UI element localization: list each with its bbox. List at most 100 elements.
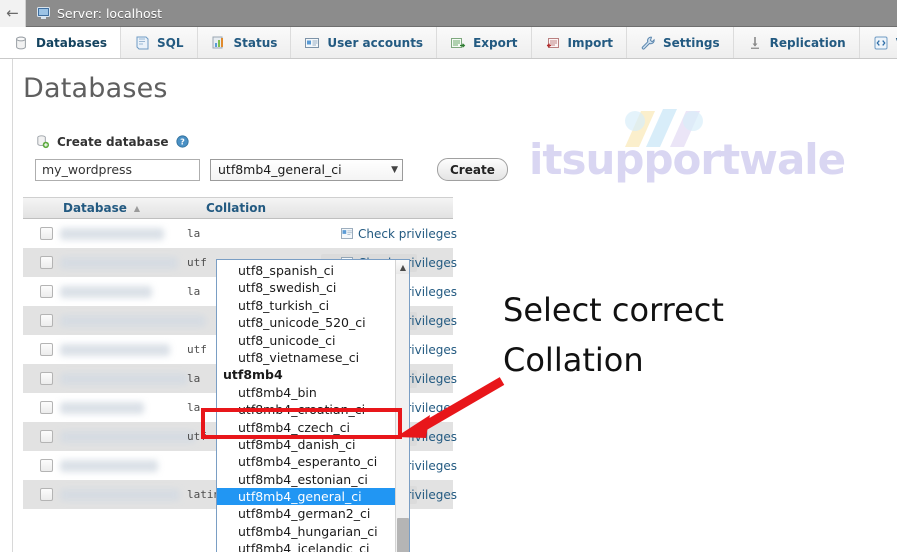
tab-label: SQL bbox=[157, 35, 184, 50]
database-name-cell[interactable] bbox=[60, 343, 170, 356]
collation-select-value: utf8mb4_general_ci bbox=[218, 162, 342, 177]
tab-user-accounts[interactable]: User accounts bbox=[291, 27, 438, 58]
create-database-label: Create database bbox=[57, 134, 169, 149]
collation-option[interactable]: utf8_swedish_ci bbox=[217, 279, 395, 296]
database-name-cell[interactable] bbox=[60, 372, 188, 385]
collation-option[interactable]: utf8mb4_hungarian_ci bbox=[217, 523, 395, 540]
row-checkbox[interactable] bbox=[40, 372, 53, 385]
collation-cell: utf bbox=[187, 256, 207, 269]
database-name-cell[interactable] bbox=[60, 285, 152, 298]
table-header-collation[interactable]: Collation bbox=[206, 201, 326, 215]
tab-databases[interactable]: Databases bbox=[0, 27, 122, 58]
create-database-form: utf8mb4_general_ci ▼ Create bbox=[35, 158, 897, 181]
create-database-heading: Create database ? bbox=[35, 134, 897, 149]
sql-scroll-icon bbox=[136, 36, 149, 49]
database-icon bbox=[16, 36, 26, 49]
tab-label: Databases bbox=[36, 35, 108, 50]
row-checkbox[interactable] bbox=[40, 227, 53, 240]
collation-cell: la bbox=[187, 372, 201, 385]
import-icon bbox=[546, 37, 559, 48]
red-highlight-rect bbox=[201, 408, 402, 439]
privileges-icon bbox=[341, 228, 353, 239]
database-name-input[interactable] bbox=[35, 158, 200, 181]
database-add-icon bbox=[37, 135, 50, 149]
main-tab-bar: Databases SQL Status User accounts Expor… bbox=[0, 27, 897, 59]
collation-option[interactable]: utf8_spanish_ci bbox=[217, 262, 395, 279]
row-checkbox[interactable] bbox=[40, 430, 53, 443]
tab-label: Settings bbox=[662, 35, 720, 50]
tab-label: Replication bbox=[769, 35, 846, 50]
row-checkbox[interactable] bbox=[40, 401, 53, 414]
create-database-section: Create database ? utf8mb4_general_ci ▼ C… bbox=[13, 104, 897, 181]
database-name-cell[interactable] bbox=[60, 227, 164, 240]
tab-settings[interactable]: Settings bbox=[626, 27, 734, 58]
collation-group-label: utf8mb4 bbox=[223, 367, 283, 383]
page-body: Databases itsupportwale Create database … bbox=[0, 59, 897, 552]
collation-cell: la bbox=[187, 227, 201, 240]
table-header-database-label: Database bbox=[63, 201, 127, 215]
database-name-cell[interactable] bbox=[60, 256, 178, 269]
server-bar: ← Server: localhost bbox=[0, 0, 897, 27]
database-name-cell[interactable] bbox=[60, 401, 144, 414]
table-header-database[interactable]: Database ▲ bbox=[59, 201, 206, 215]
page-title: Databases bbox=[23, 73, 168, 104]
tab-replication[interactable]: Replication bbox=[733, 27, 860, 58]
database-name-cell[interactable] bbox=[60, 314, 206, 327]
svg-text:?: ? bbox=[180, 136, 185, 146]
row-checkbox[interactable] bbox=[40, 343, 53, 356]
tab-label: Status bbox=[233, 35, 278, 50]
scrollbar-thumb[interactable] bbox=[397, 518, 409, 552]
tab-variables[interactable]: Variables bbox=[859, 27, 897, 58]
tab-import[interactable]: Import bbox=[531, 27, 627, 58]
scroll-up-arrow-icon[interactable]: ▲ bbox=[396, 260, 409, 274]
collation-dropdown-list[interactable]: utf8_spanish_ci utf8_swedish_ci utf8_turki… bbox=[216, 259, 410, 552]
status-chart-icon bbox=[212, 36, 223, 48]
collation-option[interactable]: utf8_vietnamese_ci bbox=[217, 349, 395, 366]
tab-sql[interactable]: SQL bbox=[121, 27, 198, 58]
sort-ascending-icon: ▲ bbox=[133, 203, 141, 213]
row-checkbox[interactable] bbox=[40, 459, 53, 472]
tab-status[interactable]: Status bbox=[197, 27, 292, 58]
server-label-text: Server: localhost bbox=[57, 5, 163, 21]
chevron-down-icon: ▼ bbox=[391, 164, 398, 175]
collation-cell: la bbox=[187, 401, 201, 414]
collation-option[interactable]: utf8mb4_icelandic_ci bbox=[217, 540, 395, 552]
code-brackets-icon bbox=[874, 36, 888, 49]
row-checkbox[interactable] bbox=[40, 488, 53, 501]
collation-option[interactable]: utf8mb4_estonian_ci bbox=[217, 471, 395, 488]
collation-option[interactable]: utf8_unicode_520_ci bbox=[217, 314, 395, 331]
page-content: Databases itsupportwale Create database … bbox=[12, 59, 897, 552]
server-monitor-icon bbox=[37, 6, 50, 19]
tab-label: User accounts bbox=[327, 35, 424, 50]
red-arrow-icon bbox=[396, 377, 505, 438]
tab-label: Import bbox=[567, 35, 613, 50]
row-checkbox[interactable] bbox=[40, 256, 53, 269]
check-privileges-link[interactable]: Check privileges bbox=[341, 227, 457, 241]
back-arrow-icon[interactable]: ← bbox=[0, 0, 26, 27]
annotation-text: Select correct Collation bbox=[503, 291, 724, 379]
table-header-row: Database ▲ Collation bbox=[23, 197, 453, 219]
database-name-cell[interactable] bbox=[60, 459, 158, 472]
create-button[interactable]: Create bbox=[437, 158, 508, 181]
collation-option[interactable]: utf8mb4_german2_ci bbox=[217, 505, 395, 522]
wrench-icon bbox=[641, 36, 655, 50]
database-name-cell[interactable] bbox=[60, 430, 196, 443]
database-name-cell[interactable] bbox=[60, 488, 180, 501]
collation-option[interactable]: utf8mb4_bin bbox=[217, 384, 395, 401]
help-question-icon[interactable]: ? bbox=[175, 135, 189, 148]
row-checkbox[interactable] bbox=[40, 285, 53, 298]
collation-options[interactable]: utf8_spanish_ci utf8_swedish_ci utf8_turki… bbox=[217, 260, 395, 552]
row-checkbox[interactable] bbox=[40, 314, 53, 327]
collation-option[interactable]: utf8_unicode_ci bbox=[217, 332, 395, 349]
tab-export[interactable]: Export bbox=[437, 27, 532, 58]
collation-option[interactable]: utf8mb4_esperanto_ci bbox=[217, 453, 395, 470]
collation-cell: utf bbox=[187, 343, 207, 356]
table-row[interactable]: la Check privileges bbox=[23, 219, 457, 248]
replication-icon bbox=[750, 36, 759, 49]
user-card-icon bbox=[305, 37, 320, 48]
collation-cell: la bbox=[187, 285, 201, 298]
collation-select[interactable]: utf8mb4_general_ci ▼ bbox=[210, 158, 403, 181]
collation-option[interactable]: utf8_turkish_ci bbox=[217, 297, 395, 314]
check-privileges-label: Check privileges bbox=[358, 226, 458, 241]
collation-option[interactable]: utf8mb4_general_ci bbox=[217, 488, 395, 506]
